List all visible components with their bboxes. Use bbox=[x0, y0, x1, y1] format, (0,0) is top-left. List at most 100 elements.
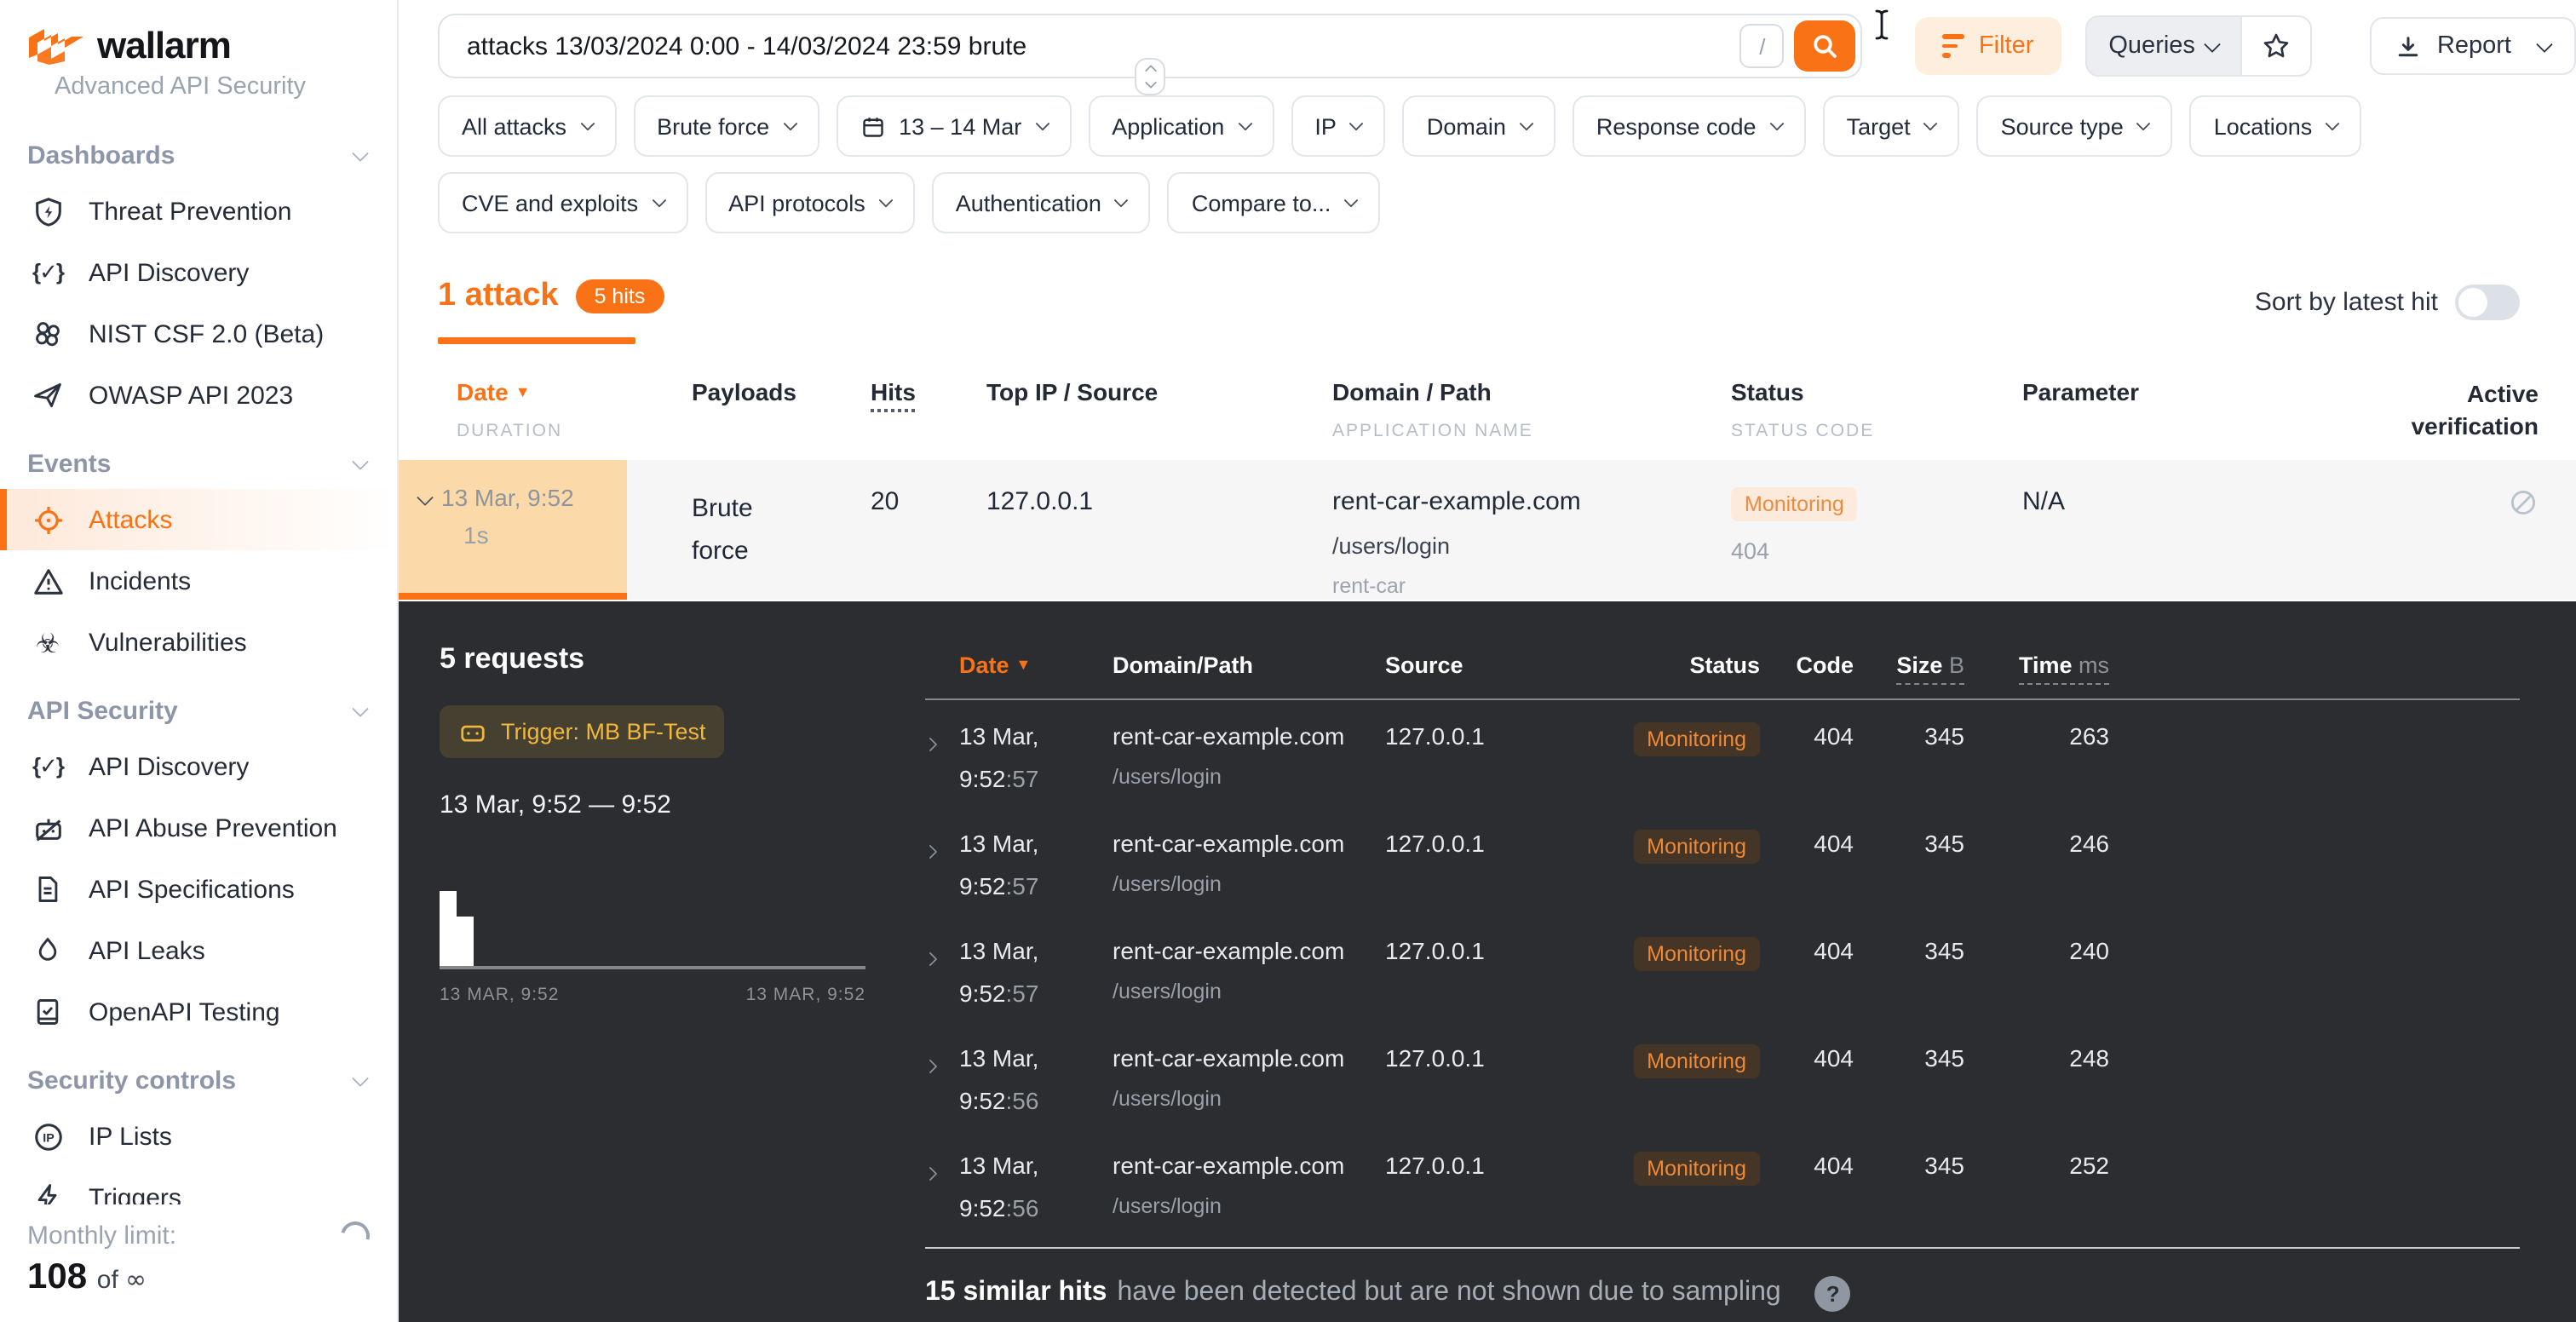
attack-hits: 20 bbox=[871, 487, 899, 516]
col-size[interactable]: Size B bbox=[1896, 652, 1964, 685]
chip-cve-exploits[interactable]: CVE and exploits bbox=[438, 172, 687, 233]
search-button[interactable] bbox=[1795, 20, 1856, 72]
chip-api-protocols[interactable]: API protocols bbox=[704, 172, 915, 233]
sidebar-item-incidents[interactable]: Incidents bbox=[0, 550, 397, 612]
document-icon bbox=[31, 872, 65, 906]
chip-authentication[interactable]: Authentication bbox=[932, 172, 1151, 233]
chip-date-range[interactable]: 13 – 14 Mar bbox=[836, 95, 1071, 157]
sidebar-item-ip-lists[interactable]: IP IP Lists bbox=[0, 1106, 397, 1167]
col-hits[interactable]: Hits bbox=[871, 378, 916, 412]
chip-locations[interactable]: Locations bbox=[2190, 95, 2362, 157]
sort-toggle[interactable] bbox=[2455, 285, 2520, 320]
sidebar-item-threat-prevention[interactable]: Threat Prevention bbox=[0, 181, 397, 242]
request-row[interactable]: 13 Mar,9:52:56 rent-car-example.com/user… bbox=[925, 1129, 2520, 1237]
request-row[interactable]: 13 Mar,9:52:57 rent-car-example.com/user… bbox=[925, 700, 2520, 808]
request-row[interactable]: 13 Mar,9:52:57 rent-car-example.com/user… bbox=[925, 915, 2520, 1022]
chip-attack-kind[interactable]: Brute force bbox=[633, 95, 819, 157]
braces-check-icon: {✓} bbox=[31, 750, 65, 784]
status-badge: Monitoring bbox=[1633, 1152, 1760, 1187]
chip-application[interactable]: Application bbox=[1088, 95, 1274, 157]
chip-ip[interactable]: IP bbox=[1291, 95, 1386, 157]
sidebar-item-owasp-api[interactable]: OWASP API 2023 bbox=[0, 365, 397, 426]
histogram-bar bbox=[440, 891, 457, 966]
sidebar-section-dashboards[interactable]: Dashboards bbox=[0, 118, 397, 181]
sidebar-item-api-abuse-prevention[interactable]: API Abuse Prevention bbox=[0, 797, 397, 859]
request-size: 345 bbox=[1854, 1044, 1964, 1114]
attack-details-panel: 5 requests Trigger: MB BF-Test 13 Mar, 9… bbox=[399, 601, 2576, 1322]
chevron-down-icon bbox=[1769, 117, 1784, 131]
chevron-up-icon bbox=[1144, 65, 1156, 77]
sidebar-item-attacks[interactable]: Attacks bbox=[0, 489, 397, 550]
requests-table-header: Date▼ Domain/Path Source Status Code Siz… bbox=[925, 652, 2520, 698]
attack-application: rent-car bbox=[1332, 574, 1717, 598]
report-button[interactable]: Report bbox=[2371, 17, 2576, 75]
sampling-note: 15 similar hits have been detected but a… bbox=[925, 1276, 2520, 1312]
hits-badge: 5 hits bbox=[576, 279, 664, 314]
topbar: / Filter Queries bbox=[399, 0, 2576, 82]
sidebar-item-nist-csf[interactable]: NIST CSF 2.0 (Beta) bbox=[0, 303, 397, 365]
filter-button[interactable]: Filter bbox=[1916, 17, 2061, 75]
chip-source-type[interactable]: Source type bbox=[1977, 95, 2173, 157]
book-check-icon bbox=[31, 995, 65, 1029]
sidebar-section-security-controls[interactable]: Security controls bbox=[0, 1043, 397, 1106]
active-verification-disabled-icon[interactable] bbox=[2508, 487, 2539, 518]
sidebar: wallarm Advanced API Security Dashboards… bbox=[0, 0, 399, 1322]
target-icon bbox=[31, 503, 65, 537]
sidebar-item-api-leaks[interactable]: API Leaks bbox=[0, 920, 397, 981]
col-date[interactable]: Date▼ bbox=[457, 378, 531, 405]
request-domain: rent-car-example.com bbox=[1113, 1044, 1385, 1072]
request-time: 240 bbox=[1964, 937, 2109, 1007]
col-date[interactable]: Date▼ bbox=[959, 652, 1031, 678]
col-time[interactable]: Time ms bbox=[2019, 652, 2109, 685]
axis-label-end: 13 MAR, 9:52 bbox=[746, 985, 865, 1005]
request-size: 345 bbox=[1854, 937, 1964, 1007]
request-row[interactable]: 13 Mar,9:52:56 rent-car-example.com/user… bbox=[925, 1022, 2520, 1129]
filter-chips-row1: All attacks Brute force 13 – 14 Mar Appl… bbox=[399, 95, 2576, 157]
request-size: 345 bbox=[1854, 1152, 1964, 1221]
request-time: 263 bbox=[1964, 722, 2109, 792]
queries-button[interactable]: Queries bbox=[2086, 17, 2241, 75]
request-path: /users/login bbox=[1113, 872, 1385, 896]
chip-domain[interactable]: Domain bbox=[1403, 95, 1555, 157]
attack-row[interactable]: 13 Mar, 9:52 1s Brute force 20 127.0.0.1… bbox=[399, 460, 2576, 600]
col-top-ip: Top IP / Source bbox=[986, 378, 1158, 405]
col-source: Source bbox=[1385, 652, 1598, 678]
chip-attack-type[interactable]: All attacks bbox=[438, 95, 616, 157]
chip-response-code[interactable]: Response code bbox=[1573, 95, 1806, 157]
search-bar: / bbox=[438, 14, 1863, 78]
sidebar-item-api-specifications[interactable]: API Specifications bbox=[0, 859, 397, 920]
warning-triangle-icon bbox=[31, 564, 65, 598]
col-active-verification: Active verification bbox=[2402, 378, 2539, 443]
sidebar-item-vulnerabilities[interactable]: ☣ Vulnerabilities bbox=[0, 612, 397, 673]
col-status-code: STATUS CODE bbox=[1731, 421, 2009, 441]
request-source: 127.0.0.1 bbox=[1385, 1152, 1598, 1221]
sidebar-item-api-discovery-dash[interactable]: {✓} API Discovery bbox=[0, 242, 397, 303]
chip-compare-to[interactable]: Compare to... bbox=[1168, 172, 1381, 233]
sidebar-item-openapi-testing[interactable]: OpenAPI Testing bbox=[0, 981, 397, 1043]
sidebar-section-api-security[interactable]: API Security bbox=[0, 673, 397, 736]
chip-target[interactable]: Target bbox=[1823, 95, 1960, 157]
sidebar-section-events[interactable]: Events bbox=[0, 426, 397, 489]
sidebar-item-api-discovery[interactable]: {✓} API Discovery bbox=[0, 736, 397, 797]
attack-domain: rent-car-example.com bbox=[1332, 487, 1717, 518]
request-row[interactable]: 13 Mar,9:52:57 rent-car-example.com/user… bbox=[925, 808, 2520, 915]
request-code: 404 bbox=[1760, 937, 1854, 1007]
robot-icon bbox=[458, 717, 487, 746]
search-input[interactable] bbox=[440, 32, 1740, 60]
col-domain-path: Domain/Path bbox=[1113, 652, 1385, 678]
requests-time-range: 13 Mar, 9:52 — 9:52 bbox=[440, 790, 865, 819]
col-code: Code bbox=[1760, 652, 1854, 678]
chevron-down-icon bbox=[1114, 193, 1129, 208]
attack-row-date-cell[interactable]: 13 Mar, 9:52 1s bbox=[399, 460, 627, 600]
request-domain: rent-car-example.com bbox=[1113, 1152, 1385, 1179]
request-path: /users/login bbox=[1113, 1087, 1385, 1111]
attack-count: 1 attack bbox=[438, 278, 559, 315]
attack-date: 13 Mar, 9:52 bbox=[441, 484, 574, 511]
favorite-star-button[interactable] bbox=[2241, 17, 2311, 75]
trigger-badge[interactable]: Trigger: MB BF-Test bbox=[440, 705, 725, 758]
help-icon[interactable]: ? bbox=[1815, 1276, 1851, 1312]
search-expand-handle[interactable] bbox=[1135, 58, 1165, 95]
text-cursor bbox=[1872, 9, 1891, 41]
sidebar-item-triggers[interactable]: Triggers bbox=[0, 1167, 397, 1204]
request-domain: rent-car-example.com bbox=[1113, 937, 1385, 964]
